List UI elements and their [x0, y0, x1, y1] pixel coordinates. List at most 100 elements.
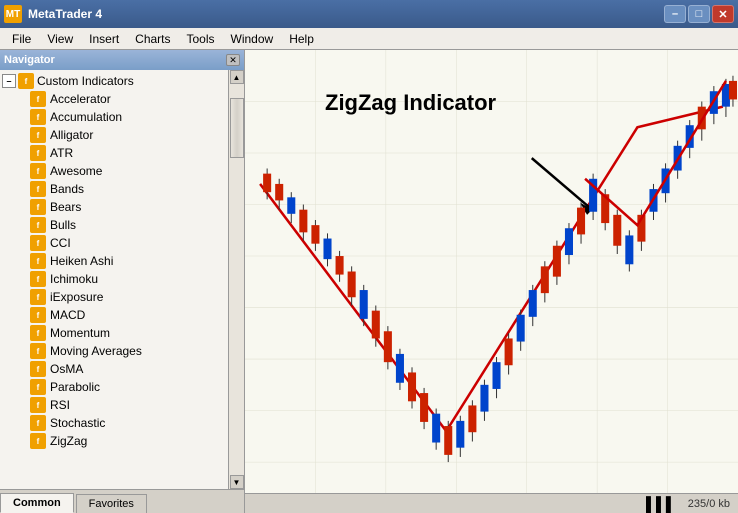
maximize-button[interactable]: □ — [688, 5, 710, 23]
navigator-panel: Navigator ✕ – f Custom Indicators f Acce… — [0, 50, 245, 513]
navigator-content: – f Custom Indicators f Accelerator f Ac… — [0, 70, 244, 489]
navigator-tree: – f Custom Indicators f Accelerator f Ac… — [0, 70, 228, 489]
list-item[interactable]: f Alligator — [0, 126, 228, 144]
indicator-label: Bears — [50, 200, 81, 214]
scrollbar-down-button[interactable]: ▼ — [230, 475, 244, 489]
navigator-tabs: Common Favorites — [0, 489, 244, 513]
indicator-icon: f — [30, 415, 46, 431]
app-title: MetaTrader 4 — [28, 7, 102, 21]
chart-area: ZigZag Indicator — [245, 50, 738, 513]
list-item[interactable]: f Stochastic — [0, 414, 228, 432]
list-item[interactable]: f Bands — [0, 180, 228, 198]
scrollbar-thumb[interactable] — [230, 98, 244, 158]
app-icon: MT — [4, 5, 22, 23]
main-layout: Navigator ✕ – f Custom Indicators f Acce… — [0, 50, 738, 513]
list-item[interactable]: f Awesome — [0, 162, 228, 180]
list-item[interactable]: f Parabolic — [0, 378, 228, 396]
indicator-label: Accumulation — [50, 110, 122, 124]
list-item[interactable]: f ATR — [0, 144, 228, 162]
tab-favorites[interactable]: Favorites — [76, 494, 147, 513]
indicator-icon: f — [30, 109, 46, 125]
indicator-label: iExposure — [50, 290, 103, 304]
list-item[interactable]: f OsMA — [0, 360, 228, 378]
indicator-label: Parabolic — [50, 380, 100, 394]
indicator-label: RSI — [50, 398, 70, 412]
indicator-icon: f — [30, 271, 46, 287]
list-item[interactable]: f Moving Averages — [0, 342, 228, 360]
indicator-icon: f — [30, 181, 46, 197]
connection-icon: ▌▌▌ — [646, 496, 676, 512]
indicator-icon: f — [30, 217, 46, 233]
indicator-icon: f — [30, 343, 46, 359]
expand-icon[interactable]: – — [2, 74, 16, 88]
close-button[interactable]: ✕ — [712, 5, 734, 23]
list-item[interactable]: f Bulls — [0, 216, 228, 234]
indicator-icon: f — [30, 379, 46, 395]
navigator-title: Navigator — [4, 54, 55, 66]
window-controls: – □ ✕ — [664, 5, 734, 23]
indicator-label: Stochastic — [50, 416, 105, 430]
indicator-icon: f — [30, 361, 46, 377]
indicator-icon: f — [30, 289, 46, 305]
chart-window: ZigZag Indicator — [245, 50, 738, 493]
list-item[interactable]: f Ichimoku — [0, 270, 228, 288]
title-bar-left: MT MetaTrader 4 — [4, 5, 102, 23]
scrollbar-up-button[interactable]: ▲ — [230, 70, 244, 84]
list-item[interactable]: f Momentum — [0, 324, 228, 342]
indicator-label: ZigZag — [50, 434, 87, 448]
navigator-close-button[interactable]: ✕ — [226, 54, 240, 66]
menu-help[interactable]: Help — [281, 30, 322, 48]
menu-insert[interactable]: Insert — [81, 30, 127, 48]
indicator-icon: f — [30, 163, 46, 179]
list-item[interactable]: f Accelerator — [0, 90, 228, 108]
indicator-icon: f — [30, 325, 46, 341]
list-item[interactable]: f Accumulation — [0, 108, 228, 126]
indicator-label: Heiken Ashi — [50, 254, 113, 268]
navigator-scrollbar[interactable]: ▲ ▼ — [228, 70, 244, 489]
indicator-label: ATR — [50, 146, 73, 160]
list-item[interactable]: f Heiken Ashi — [0, 252, 228, 270]
navigator-header: Navigator ✕ — [0, 50, 244, 70]
list-item[interactable]: f RSI — [0, 396, 228, 414]
status-bar: ▌▌▌ 235/0 kb — [245, 493, 738, 513]
menu-tools[interactable]: Tools — [179, 30, 223, 48]
menu-charts[interactable]: Charts — [127, 30, 178, 48]
menu-view[interactable]: View — [39, 30, 81, 48]
indicator-label: Momentum — [50, 326, 110, 340]
indicator-icon: f — [30, 199, 46, 215]
chart-svg: + — [245, 50, 738, 493]
tree-root-custom-indicators[interactable]: – f Custom Indicators — [0, 72, 228, 90]
menu-bar: File View Insert Charts Tools Window Hel… — [0, 28, 738, 50]
indicator-icon: f — [30, 397, 46, 413]
chart-body: ZigZag Indicator — [245, 50, 738, 493]
menu-file[interactable]: File — [4, 30, 39, 48]
menu-window[interactable]: Window — [223, 30, 282, 48]
tab-common[interactable]: Common — [0, 493, 74, 513]
list-item[interactable]: f MACD — [0, 306, 228, 324]
indicator-label: OsMA — [50, 362, 83, 376]
indicator-icon: f — [30, 145, 46, 161]
scrollbar-track[interactable] — [230, 84, 244, 475]
title-bar: MT MetaTrader 4 – □ ✕ — [0, 0, 738, 28]
indicator-label: Awesome — [50, 164, 102, 178]
indicator-icon: f — [30, 127, 46, 143]
indicator-icon: f — [30, 91, 46, 107]
indicator-label: Bands — [50, 182, 84, 196]
list-item[interactable]: f iExposure — [0, 288, 228, 306]
indicator-label: MACD — [50, 308, 85, 322]
indicator-label: Bulls — [50, 218, 76, 232]
indicator-label: Alligator — [50, 128, 93, 142]
indicator-label: Moving Averages — [50, 344, 142, 358]
minimize-button[interactable]: – — [664, 5, 686, 23]
list-item[interactable]: f Bears — [0, 198, 228, 216]
list-item[interactable]: f ZigZag — [0, 432, 228, 450]
indicator-label: Ichimoku — [50, 272, 98, 286]
indicator-icon: f — [30, 307, 46, 323]
indicator-label: Accelerator — [50, 92, 111, 106]
indicator-label: CCI — [50, 236, 71, 250]
list-item[interactable]: f CCI — [0, 234, 228, 252]
indicator-icon: f — [30, 253, 46, 269]
custom-indicators-icon: f — [18, 73, 34, 89]
memory-status: 235/0 kb — [688, 498, 730, 510]
indicator-icon: f — [30, 433, 46, 449]
